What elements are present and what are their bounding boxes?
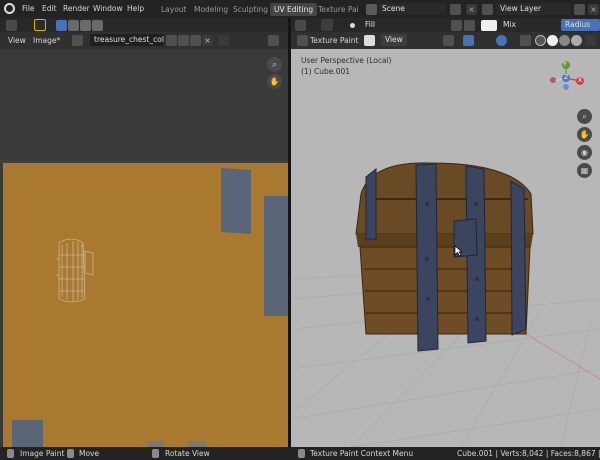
uv-image-menu[interactable]: Image*	[33, 36, 60, 45]
select-mode-extend-icon[interactable]	[68, 20, 79, 31]
scene-new-icon[interactable]	[450, 4, 461, 15]
image-unlink-icon[interactable]: ×	[202, 35, 213, 46]
uv-wireframe	[56, 238, 94, 303]
view-layer-delete-icon[interactable]: ×	[588, 4, 599, 15]
treasure-chest-model	[355, 162, 534, 352]
overlays-icon[interactable]	[496, 35, 507, 46]
menu-help[interactable]: Help	[127, 4, 144, 13]
status-context-action: Texture Paint Context Menu	[310, 449, 414, 458]
axis-y-label: Y	[563, 61, 567, 68]
select-tool-icon[interactable]	[34, 19, 46, 31]
shading-material-icon[interactable]	[559, 35, 570, 46]
radius-field[interactable]: Radius	[561, 19, 600, 31]
editor-type-icon[interactable]	[6, 20, 17, 31]
active-object-label: (1) Cube.001	[301, 67, 351, 76]
scene-delete-icon[interactable]: ×	[466, 4, 477, 15]
uv-island-right-2	[264, 196, 288, 316]
mode-toggle-icon[interactable]	[364, 35, 375, 46]
uv-editor-header: View Image* treasure_chest_colo... ×	[0, 32, 288, 49]
axis-z-label: Z	[564, 74, 569, 81]
menu-window[interactable]: Window	[93, 4, 123, 13]
select-mode-new-icon[interactable]	[56, 20, 67, 31]
tab-uv-editing[interactable]: UV Editing	[270, 3, 318, 16]
mouse-left-icon	[7, 449, 14, 458]
scene-field[interactable]: Scene	[378, 3, 446, 15]
menu-edit[interactable]: Edit	[42, 4, 57, 13]
mode-select[interactable]: Texture Paint	[310, 36, 358, 45]
pin-icon[interactable]	[218, 35, 229, 46]
view-perspective-label: User Perspective (Local)	[301, 56, 392, 65]
status-middle-action: Move	[79, 449, 100, 458]
brush-settings-bar: Fill Mix Radius	[291, 18, 600, 32]
brush-color-swatch-icon[interactable]	[481, 20, 497, 31]
uv-view-menu[interactable]: View	[8, 36, 26, 45]
scene-icon	[366, 4, 377, 15]
uv-tool-settings	[0, 18, 288, 32]
shading-rendered-icon[interactable]	[571, 35, 582, 46]
view-layer-icon	[482, 4, 493, 15]
brush-fake-user-icon[interactable]	[451, 20, 462, 31]
image-browse-icon[interactable]	[72, 35, 83, 46]
top-bar: File Edit Render Window Help Layout Mode…	[0, 0, 600, 18]
brush-dot-icon	[350, 23, 355, 28]
viewport-zoom-icon[interactable]: ⌕	[577, 109, 592, 124]
3d-viewport[interactable]: User Perspective (Local) (1) Cube.001 Y …	[291, 49, 600, 447]
status-left-action: Image Paint	[20, 449, 65, 458]
tab-layout[interactable]: Layout	[157, 3, 191, 16]
mouse-middle-icon	[67, 449, 74, 458]
tab-sculpting[interactable]: Sculpting	[229, 3, 272, 16]
brush-tool-icon[interactable]	[321, 19, 333, 31]
viewport-pan-hand-icon[interactable]: ✋	[577, 127, 592, 142]
display-channels-icon[interactable]	[268, 35, 279, 46]
select-mode-subtract-icon[interactable]	[80, 20, 91, 31]
xray-icon[interactable]	[520, 35, 531, 46]
brush-new-icon[interactable]	[464, 20, 475, 31]
image-duplicate-icon[interactable]	[178, 35, 189, 46]
image-name-field[interactable]: treasure_chest_colo...	[90, 34, 164, 46]
select-mode-intersect-icon[interactable]	[92, 20, 103, 31]
tab-modeling[interactable]: Modeling	[190, 3, 232, 16]
uv-island-right-1	[221, 167, 251, 235]
scene-stats: Cube.001 | Verts:8,042 | Faces:8,867 | T…	[457, 449, 600, 458]
shading-wireframe-icon[interactable]	[535, 35, 546, 46]
uv-island-bottom-left	[12, 420, 43, 447]
menu-render[interactable]: Render	[63, 4, 90, 13]
mouse-context-icon	[298, 449, 305, 458]
blend-mode-select[interactable]: Mix	[499, 19, 559, 31]
zoom-icon[interactable]: ⌕	[267, 57, 282, 72]
blender-logo-icon[interactable]	[4, 3, 15, 14]
editor-type-3d-icon[interactable]	[295, 20, 306, 31]
status-right-action: Rotate View	[165, 449, 210, 458]
mode-icon	[297, 35, 308, 46]
gizmo-icon[interactable]	[463, 35, 474, 46]
shading-solid-icon[interactable]	[547, 35, 558, 46]
shading-options-icon[interactable]	[585, 35, 596, 46]
view-layer-new-icon[interactable]	[574, 4, 585, 15]
mouse-right-icon	[152, 449, 159, 458]
status-bar: Image Paint Move Rotate View Texture Pai…	[0, 447, 600, 460]
image-fake-user-icon[interactable]	[166, 35, 177, 46]
tab-texture-paint[interactable]: Texture Pai	[314, 3, 363, 16]
camera-view-icon[interactable]: ◉	[577, 145, 592, 160]
view-layer-field[interactable]: View Layer	[496, 3, 571, 15]
visibility-icon[interactable]	[443, 35, 454, 46]
pan-hand-icon[interactable]: ✋	[267, 74, 282, 89]
texture-image[interactable]	[3, 163, 288, 447]
viewport-view-menu[interactable]: View	[381, 34, 407, 46]
image-new-icon[interactable]	[190, 35, 201, 46]
menu-file[interactable]: File	[22, 4, 35, 13]
viewport-header: Texture Paint View	[291, 32, 600, 49]
axis-x-label: X	[578, 77, 583, 84]
perspective-toggle-icon[interactable]: ▦	[577, 163, 592, 178]
mouse-cursor-icon	[454, 245, 463, 257]
